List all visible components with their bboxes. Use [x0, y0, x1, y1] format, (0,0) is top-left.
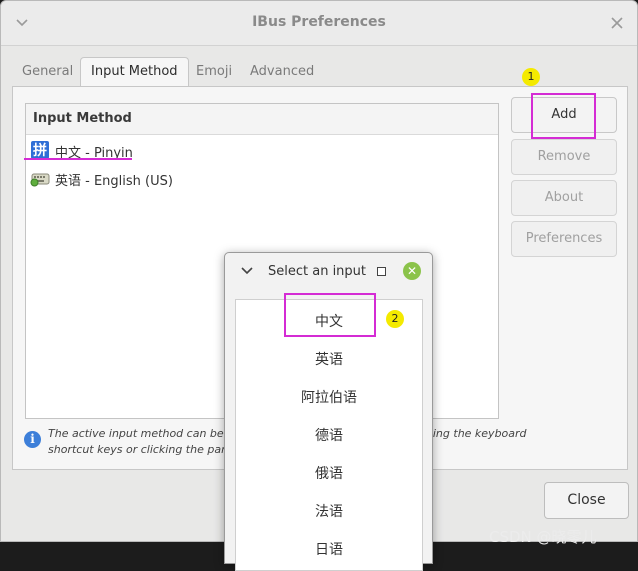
window-title: IBus Preferences	[252, 14, 386, 30]
language-item-russian[interactable]: 俄语	[236, 459, 422, 489]
list-item-label: 英语 - English (US)	[55, 174, 173, 189]
dialog-title: Select an input	[268, 264, 367, 279]
dialog-title-bar: Select an input ✕	[225, 253, 432, 289]
keyboard-icon	[30, 173, 50, 187]
maximize-icon[interactable]	[377, 267, 386, 276]
annotation-badge-2: 2	[386, 310, 404, 328]
language-item-french[interactable]: 法语	[236, 497, 422, 527]
tab-input-method[interactable]: Input Method	[80, 57, 189, 87]
info-icon: i	[24, 431, 41, 448]
language-item-english[interactable]: 英语	[236, 345, 422, 375]
language-item-japanese[interactable]: 日语	[236, 535, 422, 565]
close-button[interactable]: Close	[544, 482, 629, 519]
annotation-badge-1: 1	[522, 68, 540, 86]
remove-button[interactable]: Remove	[511, 139, 617, 175]
info-line1-left: The active input method can be swit	[48, 427, 250, 440]
info-line2-left: shortcut keys or clicking the panel ic	[48, 443, 251, 456]
language-item-german[interactable]: 德语	[236, 421, 422, 451]
close-window-icon[interactable]	[610, 16, 624, 30]
tab-general[interactable]: General	[12, 58, 83, 86]
dialog-close-icon[interactable]: ✕	[403, 262, 421, 280]
annotation-highlight-chinese	[284, 293, 376, 337]
list-header: Input Method	[26, 104, 498, 135]
language-item-arabic[interactable]: 阿拉伯语	[236, 383, 422, 413]
annotation-underline	[24, 158, 132, 160]
tab-advanced[interactable]: Advanced	[240, 58, 324, 86]
title-bar: IBus Preferences	[1, 1, 637, 46]
language-list[interactable]: 中文 英语 阿拉伯语 德语 俄语 法语 日语	[235, 299, 423, 571]
pinyin-icon: 拼	[31, 141, 49, 159]
dialog-menu-chevron-icon[interactable]	[240, 265, 254, 277]
annotation-highlight-add	[531, 93, 596, 139]
list-item-english[interactable]: 英语 - English (US)	[26, 165, 498, 191]
tab-emoji[interactable]: Emoji	[186, 58, 242, 86]
about-button[interactable]: About	[511, 180, 617, 216]
preferences-button[interactable]: Preferences	[511, 221, 617, 257]
svg-text:拼: 拼	[33, 142, 47, 159]
watermark: CSDN @晓零儿	[489, 528, 597, 546]
